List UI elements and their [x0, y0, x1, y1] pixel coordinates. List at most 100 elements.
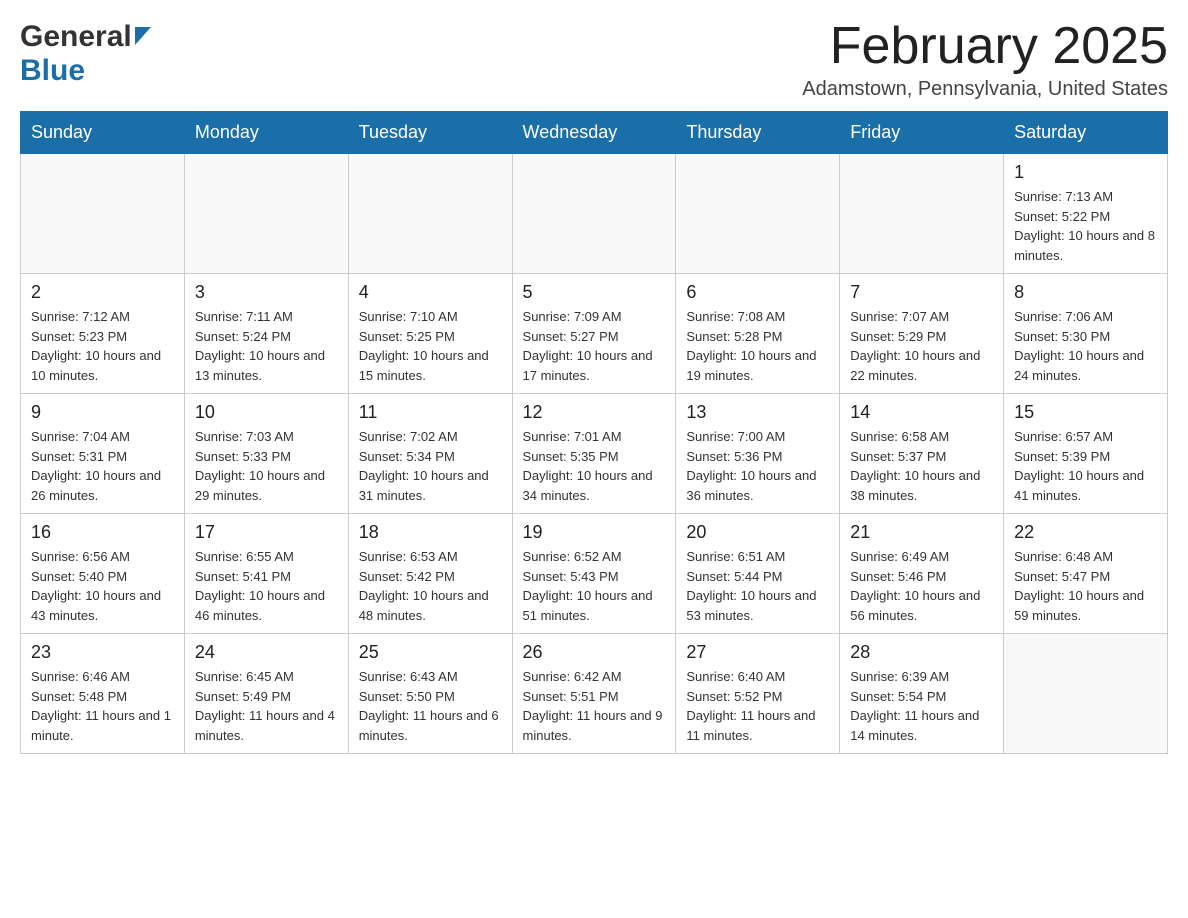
day-info: Sunrise: 7:10 AM Sunset: 5:25 PM Dayligh… — [359, 307, 502, 385]
day-info: Sunrise: 6:49 AM Sunset: 5:46 PM Dayligh… — [850, 547, 993, 625]
day-info: Sunrise: 7:01 AM Sunset: 5:35 PM Dayligh… — [523, 427, 666, 505]
day-number: 3 — [195, 282, 338, 303]
calendar-day: 23 Sunrise: 6:46 AM Sunset: 5:48 PM Dayli… — [21, 634, 185, 754]
day-number: 14 — [850, 402, 993, 423]
calendar-day — [184, 154, 348, 274]
day-info: Sunrise: 6:42 AM Sunset: 5:51 PM Dayligh… — [523, 667, 666, 745]
day-number: 23 — [31, 642, 174, 663]
calendar-table: SundayMondayTuesdayWednesdayThursdayFrid… — [20, 111, 1168, 754]
day-info: Sunrise: 6:57 AM Sunset: 5:39 PM Dayligh… — [1014, 427, 1157, 505]
week-row: 16Sunrise: 6:56 AM Sunset: 5:40 PM Dayli… — [21, 514, 1168, 634]
calendar-day: 17 Sunrise: 6:55 AM Sunset: 5:41 PM Dayli… — [184, 514, 348, 634]
day-info: Sunrise: 7:12 AM Sunset: 5:23 PM Dayligh… — [31, 307, 174, 385]
day-number: 1 — [1014, 162, 1157, 183]
calendar-day: 6 Sunrise: 7:08 AM Sunset: 5:28 PM Daylig… — [676, 274, 840, 394]
calendar-day: 21Sunrise: 6:49 AM Sunset: 5:46 PM Dayli… — [840, 514, 1004, 634]
day-number: 28 — [850, 642, 993, 663]
day-info: Sunrise: 7:03 AM Sunset: 5:33 PM Dayligh… — [195, 427, 338, 505]
title-section: February 2025 Adamstown, Pennsylvania, U… — [802, 20, 1168, 101]
day-info: Sunrise: 6:48 AM Sunset: 5:47 PM Dayligh… — [1014, 547, 1157, 625]
day-info: Sunrise: 7:04 AM Sunset: 5:31 PM Dayligh… — [31, 427, 174, 505]
day-info: Sunrise: 7:07 AM Sunset: 5:29 PM Dayligh… — [850, 307, 993, 385]
calendar-day: 5Sunrise: 7:09 AM Sunset: 5:27 PM Daylig… — [512, 274, 676, 394]
day-info: Sunrise: 7:11 AM Sunset: 5:24 PM Dayligh… — [195, 307, 338, 385]
calendar-day: 19 Sunrise: 6:52 AM Sunset: 5:43 PM Dayli… — [512, 514, 676, 634]
day-info: Sunrise: 7:06 AM Sunset: 5:30 PM Dayligh… — [1014, 307, 1157, 385]
day-number: 26 — [523, 642, 666, 663]
calendar-day: 8Sunrise: 7:06 AM Sunset: 5:30 PM Daylig… — [1004, 274, 1168, 394]
day-number: 12 — [523, 402, 666, 423]
calendar-day: 24Sunrise: 6:45 AM Sunset: 5:49 PM Dayli… — [184, 634, 348, 754]
day-number: 15 — [1014, 402, 1157, 423]
days-of-week-row: SundayMondayTuesdayWednesdayThursdayFrid… — [21, 112, 1168, 154]
calendar-day: 22 Sunrise: 6:48 AM Sunset: 5:47 PM Dayli… — [1004, 514, 1168, 634]
day-info: Sunrise: 6:39 AM Sunset: 5:54 PM Dayligh… — [850, 667, 993, 745]
day-number: 11 — [359, 402, 502, 423]
day-number: 4 — [359, 282, 502, 303]
calendar-day: 12 Sunrise: 7:01 AM Sunset: 5:35 PM Dayli… — [512, 394, 676, 514]
day-number: 13 — [686, 402, 829, 423]
calendar-day — [21, 154, 185, 274]
day-of-week-monday: Monday — [184, 112, 348, 154]
calendar-day: 13 Sunrise: 7:00 AM Sunset: 5:36 PM Dayli… — [676, 394, 840, 514]
day-number: 2 — [31, 282, 174, 303]
day-info: Sunrise: 7:00 AM Sunset: 5:36 PM Dayligh… — [686, 427, 829, 505]
day-info: Sunrise: 6:43 AM Sunset: 5:50 PM Dayligh… — [359, 667, 502, 745]
day-info: Sunrise: 7:13 AM Sunset: 5:22 PM Dayligh… — [1014, 187, 1157, 265]
day-number: 18 — [359, 522, 502, 543]
day-number: 20 — [686, 522, 829, 543]
day-number: 25 — [359, 642, 502, 663]
calendar-day — [840, 154, 1004, 274]
day-number: 17 — [195, 522, 338, 543]
day-info: Sunrise: 6:55 AM Sunset: 5:41 PM Dayligh… — [195, 547, 338, 625]
calendar-day — [348, 154, 512, 274]
day-info: Sunrise: 7:09 AM Sunset: 5:27 PM Dayligh… — [523, 307, 666, 385]
day-info: Sunrise: 6:52 AM Sunset: 5:43 PM Dayligh… — [523, 547, 666, 625]
day-number: 22 — [1014, 522, 1157, 543]
calendar-day: 9 Sunrise: 7:04 AM Sunset: 5:31 PM Daylig… — [21, 394, 185, 514]
day-info: Sunrise: 6:46 AM Sunset: 5:48 PM Dayligh… — [31, 667, 174, 745]
day-info: Sunrise: 7:08 AM Sunset: 5:28 PM Dayligh… — [686, 307, 829, 385]
day-info: Sunrise: 6:51 AM Sunset: 5:44 PM Dayligh… — [686, 547, 829, 625]
calendar-day: 26 Sunrise: 6:42 AM Sunset: 5:51 PM Dayli… — [512, 634, 676, 754]
month-title: February 2025 — [802, 20, 1168, 72]
calendar-day: 10 Sunrise: 7:03 AM Sunset: 5:33 PM Dayli… — [184, 394, 348, 514]
calendar-day: 7 Sunrise: 7:07 AM Sunset: 5:29 PM Daylig… — [840, 274, 1004, 394]
calendar-day: 14 Sunrise: 6:58 AM Sunset: 5:37 PM Dayli… — [840, 394, 1004, 514]
week-row: 1 Sunrise: 7:13 AM Sunset: 5:22 PM Daylig… — [21, 154, 1168, 274]
calendar-body: 1 Sunrise: 7:13 AM Sunset: 5:22 PM Daylig… — [21, 154, 1168, 754]
week-row: 9 Sunrise: 7:04 AM Sunset: 5:31 PM Daylig… — [21, 394, 1168, 514]
day-number: 7 — [850, 282, 993, 303]
day-number: 27 — [686, 642, 829, 663]
calendar-day: 25 Sunrise: 6:43 AM Sunset: 5:50 PM Dayli… — [348, 634, 512, 754]
day-info: Sunrise: 6:58 AM Sunset: 5:37 PM Dayligh… — [850, 427, 993, 505]
location-text: Adamstown, Pennsylvania, United States — [802, 78, 1168, 101]
day-number: 19 — [523, 522, 666, 543]
logo-chevron-icon — [135, 27, 151, 45]
logo-blue-text: Blue — [20, 54, 85, 88]
day-number: 9 — [31, 402, 174, 423]
page-header: General Blue February 2025 Adamstown, Pe… — [20, 20, 1168, 101]
day-info: Sunrise: 7:02 AM Sunset: 5:34 PM Dayligh… — [359, 427, 502, 505]
week-row: 2 Sunrise: 7:12 AM Sunset: 5:23 PM Daylig… — [21, 274, 1168, 394]
day-number: 10 — [195, 402, 338, 423]
calendar-day: 4 Sunrise: 7:10 AM Sunset: 5:25 PM Daylig… — [348, 274, 512, 394]
calendar-day: 16Sunrise: 6:56 AM Sunset: 5:40 PM Dayli… — [21, 514, 185, 634]
day-number: 24 — [195, 642, 338, 663]
day-number: 6 — [686, 282, 829, 303]
calendar-day: 18 Sunrise: 6:53 AM Sunset: 5:42 PM Dayli… — [348, 514, 512, 634]
day-of-week-wednesday: Wednesday — [512, 112, 676, 154]
calendar-day: 3 Sunrise: 7:11 AM Sunset: 5:24 PM Daylig… — [184, 274, 348, 394]
day-number: 16 — [31, 522, 174, 543]
logo: General Blue — [20, 20, 151, 88]
logo-general-text: General — [20, 20, 132, 54]
day-info: Sunrise: 6:53 AM Sunset: 5:42 PM Dayligh… — [359, 547, 502, 625]
calendar-day: 15 Sunrise: 6:57 AM Sunset: 5:39 PM Dayli… — [1004, 394, 1168, 514]
calendar-day: 27 Sunrise: 6:40 AM Sunset: 5:52 PM Dayli… — [676, 634, 840, 754]
calendar-day — [1004, 634, 1168, 754]
week-row: 23 Sunrise: 6:46 AM Sunset: 5:48 PM Dayli… — [21, 634, 1168, 754]
calendar-header: SundayMondayTuesdayWednesdayThursdayFrid… — [21, 112, 1168, 154]
day-of-week-sunday: Sunday — [21, 112, 185, 154]
calendar-day — [512, 154, 676, 274]
day-info: Sunrise: 6:40 AM Sunset: 5:52 PM Dayligh… — [686, 667, 829, 745]
